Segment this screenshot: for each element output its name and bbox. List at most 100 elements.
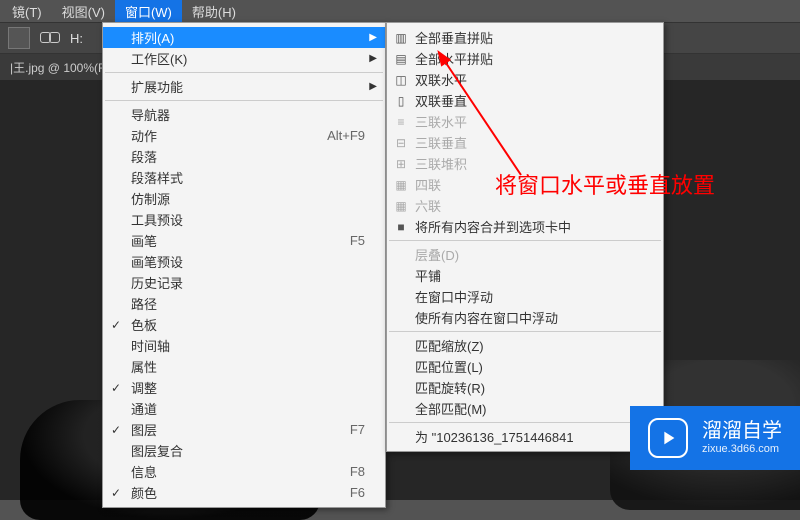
menu-separator xyxy=(389,240,661,241)
menu-item-label: 信息 xyxy=(131,462,310,481)
menu-item-shortcut: F8 xyxy=(350,464,365,479)
window-menu-item[interactable]: 路径 xyxy=(103,293,385,314)
menu-item-label: 画笔 xyxy=(131,231,310,250)
arrange-menu-item[interactable]: 使所有内容在窗口中浮动 xyxy=(387,307,663,328)
menu-item-label: 三联堆积 xyxy=(415,154,643,173)
window-menu-item[interactable]: 属性 xyxy=(103,356,385,377)
window-menu-item[interactable]: 段落 xyxy=(103,146,385,167)
window-menu-item[interactable]: 通道 xyxy=(103,398,385,419)
menu-item-label: 通道 xyxy=(131,399,365,418)
window-menu-item[interactable]: ✓调整 xyxy=(103,377,385,398)
menu-view[interactable]: 视图(V) xyxy=(52,0,115,23)
menu-item-label: 导航器 xyxy=(131,105,365,124)
menu-item-label: 匹配缩放(Z) xyxy=(415,336,643,355)
window-menu-item[interactable]: ✓图层F7 xyxy=(103,419,385,440)
window-menu-item[interactable]: 信息 F8 xyxy=(103,461,385,482)
menu-item-label: 工具预设 xyxy=(131,210,365,229)
menu-item-label: 属性 xyxy=(131,357,365,376)
arrange-menu-item[interactable]: ▤全部水平拼贴 xyxy=(387,48,663,69)
link-icon[interactable] xyxy=(40,32,60,44)
arrange-menu-item: ⊞ 三联堆积 xyxy=(387,153,663,174)
menu-item-label: 双联水平 xyxy=(415,70,643,89)
arrange-menu-item[interactable]: ■ 将所有内容合并到选项卡中 xyxy=(387,216,663,237)
arrange-menu-item: ⊟ 三联垂直 xyxy=(387,132,663,153)
menu-item-label: 段落 xyxy=(131,147,365,166)
window-menu-item[interactable]: 图层复合 xyxy=(103,440,385,461)
arrange-menu-item: ▦六联 xyxy=(387,195,663,216)
menu-item-label: 颜色 xyxy=(131,483,310,502)
window-menu-item[interactable]: 仿制源 xyxy=(103,188,385,209)
brand-logo-icon xyxy=(648,418,688,458)
layout-glyph-icon: ≡ xyxy=(393,115,409,129)
brand-badge: 溜溜自学 zixue.3d66.com xyxy=(630,406,800,470)
menu-item-shortcut: F7 xyxy=(350,422,365,437)
arrange-menu-item[interactable]: 在窗口中浮动 xyxy=(387,286,663,307)
menu-item-label: 排列(A) xyxy=(131,28,365,47)
arrange-menu-item: ▦ 四联 xyxy=(387,174,663,195)
menu-item-label: 动作 xyxy=(131,126,287,145)
arrange-submenu: ▥全部垂直拼贴▤全部水平拼贴◫双联水平▯双联垂直≡三联水平⊟三联垂直⊞三联堆积▦… xyxy=(386,22,664,452)
menu-item-label: 路径 xyxy=(131,294,365,313)
arrange-menu-item[interactable]: 为 "10236136_1751446841 xyxy=(387,426,663,447)
menu-item-label: 将所有内容合并到选项卡中 xyxy=(415,217,643,236)
layout-glyph-icon: ⊞ xyxy=(393,157,409,171)
document-tab[interactable]: |王.jpg @ 100%(R xyxy=(0,55,117,80)
window-menu-item[interactable]: ✓色板 xyxy=(103,314,385,335)
layout-glyph-icon: ▦ xyxy=(393,178,409,192)
window-menu-item[interactable]: 段落样式 xyxy=(103,167,385,188)
menu-item-label: 段落样式 xyxy=(131,168,365,187)
layout-glyph-icon: ■ xyxy=(393,220,409,234)
arrange-menu-item[interactable]: 匹配旋转(R) xyxy=(387,377,663,398)
menu-window[interactable]: 窗口(W) xyxy=(115,0,182,23)
window-menu-item[interactable]: 画笔预设 xyxy=(103,251,385,272)
window-menu-item[interactable]: 排列(A) ▶ xyxy=(103,27,385,48)
menu-item-label: 扩展功能 xyxy=(131,77,365,96)
submenu-arrow-icon: ▶ xyxy=(369,32,377,43)
menu-item-label: 历史记录 xyxy=(131,273,365,292)
arrange-menu-item[interactable]: ◫ 双联水平 xyxy=(387,69,663,90)
layout-glyph-icon: ▯ xyxy=(393,94,409,108)
menu-item-label: 全部垂直拼贴 xyxy=(415,28,643,47)
window-menu-dropdown: 排列(A)▶工作区(K)▶扩展功能▶导航器动作Alt+F9段落段落样式仿制源工具… xyxy=(102,22,386,508)
window-menu-item[interactable]: 历史记录 xyxy=(103,272,385,293)
submenu-arrow-icon: ▶ xyxy=(369,53,377,64)
window-menu-item[interactable]: 时间轴 xyxy=(103,335,385,356)
layout-glyph-icon: ⊟ xyxy=(393,136,409,150)
menu-item-label: 四联 xyxy=(415,175,643,194)
menu-item-shortcut: F5 xyxy=(350,233,365,248)
window-menu-item[interactable]: 工作区(K)▶ xyxy=(103,48,385,69)
menu-item-label: 三联垂直 xyxy=(415,133,643,152)
arrange-menu-item[interactable]: ▯ 双联垂直 xyxy=(387,90,663,111)
menu-item-shortcut: Alt+F9 xyxy=(327,128,365,143)
menu-item-label: 匹配位置(L) xyxy=(415,357,643,376)
arrange-menu-item[interactable]: 匹配位置(L) xyxy=(387,356,663,377)
window-menu-item[interactable]: 画笔 F5 xyxy=(103,230,385,251)
menu-item-label: 层叠(D) xyxy=(415,245,643,264)
menu-item-label: 仿制源 xyxy=(131,189,365,208)
arrange-menu-item[interactable]: 平铺 xyxy=(387,265,663,286)
check-icon: ✓ xyxy=(111,423,121,437)
menu-filter[interactable]: 镜(T) xyxy=(2,0,52,23)
window-menu-item[interactable]: 导航器 xyxy=(103,104,385,125)
layout-glyph-icon: ▦ xyxy=(393,199,409,213)
menu-separator xyxy=(389,331,661,332)
current-tool-icon xyxy=(8,27,30,49)
arrange-menu-item: 层叠(D) xyxy=(387,244,663,265)
arrange-menu-item[interactable]: 全部匹配(M) xyxy=(387,398,663,419)
height-label: H: xyxy=(70,31,83,46)
window-menu-item[interactable]: 扩展功能▶ xyxy=(103,76,385,97)
menu-separator xyxy=(105,100,383,101)
menu-help[interactable]: 帮助(H) xyxy=(182,0,246,23)
layout-glyph-icon: ◫ xyxy=(393,73,409,87)
menu-item-label: 为 "10236136_1751446841 xyxy=(415,427,643,446)
menu-item-label: 匹配旋转(R) xyxy=(415,378,643,397)
layout-glyph-icon: ▥ xyxy=(393,31,409,45)
menu-item-label: 时间轴 xyxy=(131,336,365,355)
window-menu-item[interactable]: 工具预设 xyxy=(103,209,385,230)
arrange-menu-item[interactable]: 匹配缩放(Z) xyxy=(387,335,663,356)
brand-url: zixue.3d66.com xyxy=(702,443,782,456)
arrange-menu-item[interactable]: ▥ 全部垂直拼贴 xyxy=(387,27,663,48)
window-menu-item[interactable]: 动作 Alt+F9 xyxy=(103,125,385,146)
menu-item-label: 双联垂直 xyxy=(415,91,643,110)
menu-item-label: 画笔预设 xyxy=(131,252,365,271)
